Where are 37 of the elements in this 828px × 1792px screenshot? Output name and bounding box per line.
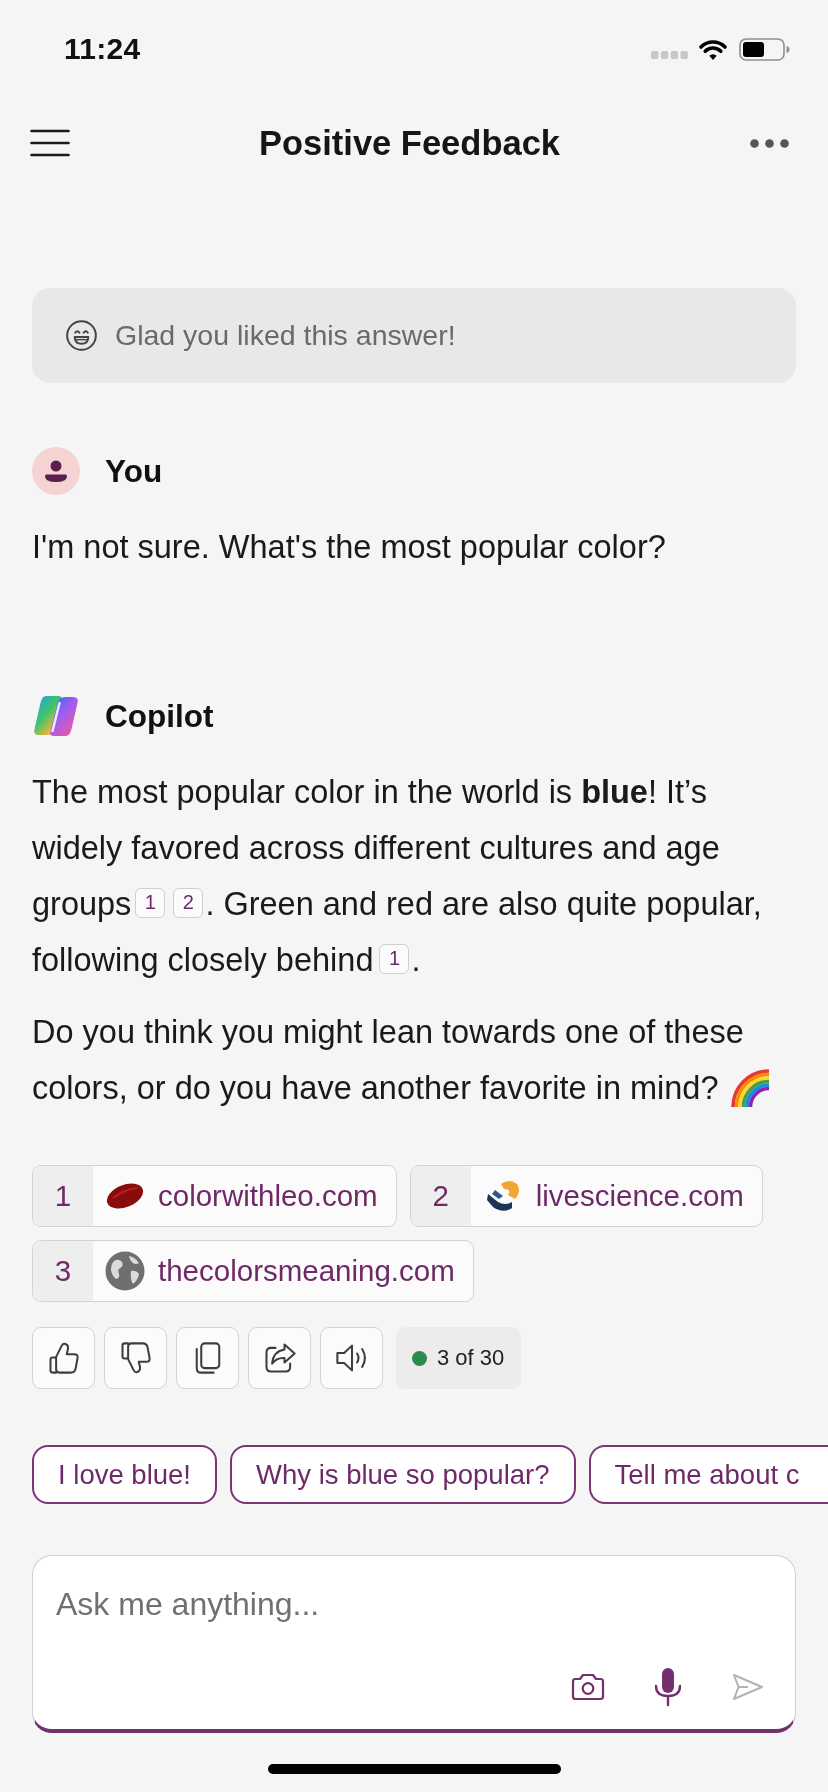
message-text: Do you think you might lean towards one of these colors, or do you have another favorite in mind? — [32, 1004, 802, 1116]
battery-icon — [739, 37, 790, 61]
citation-link[interactable]: 1 — [135, 888, 166, 918]
banner-text: Glad you liked this answer! — [115, 319, 456, 352]
copy-button[interactable] — [176, 1327, 239, 1389]
message-text: The most popular color in the world is blue! It’s widely favored across different cultures and age groups 1 2 . Green and red are also quite popular, following closely behind 1 . — [32, 773, 763, 980]
smiley-icon — [66, 320, 97, 351]
globe-icon — [105, 1251, 145, 1291]
screen-title: Positive Feedback — [258, 123, 561, 163]
more-icon[interactable] — [750, 138, 789, 148]
message-input[interactable]: Ask me anything... — [56, 1583, 696, 1625]
author-name: Copilot — [105, 697, 214, 735]
source-link[interactable]: 2 livescience.com — [409, 1165, 763, 1227]
share-button[interactable] — [248, 1327, 311, 1389]
avatar-icon — [32, 447, 80, 495]
suggestion-chip[interactable]: Tell me about c — [588, 1445, 828, 1504]
source-link[interactable]: 1 colorwithleo.com — [32, 1165, 397, 1227]
camera-icon[interactable] — [571, 1673, 605, 1701]
citation-link[interactable]: 2 — [173, 888, 204, 918]
suggestion-chip[interactable]: Why is blue so popular? — [230, 1445, 576, 1504]
menu-icon[interactable] — [30, 129, 70, 157]
wifi-icon — [697, 37, 729, 61]
status-time: 11:24 — [64, 32, 141, 66]
author-name: You — [105, 452, 163, 490]
dislike-button[interactable] — [104, 1327, 167, 1389]
microphone-icon[interactable] — [653, 1667, 683, 1707]
status-dot-icon — [412, 1350, 427, 1366]
source-link[interactable]: 3 thecolorsmeaning.com — [32, 1240, 474, 1302]
suggestion-chip[interactable]: I love blue! — [32, 1445, 217, 1504]
rainbow-icon — [728, 1067, 769, 1107]
logo-icon — [32, 694, 80, 738]
read-aloud-button[interactable] — [320, 1327, 383, 1389]
like-button[interactable] — [32, 1327, 95, 1389]
signal-icon — [651, 51, 688, 59]
message-text: I'm not sure. What's the most popular color? — [32, 528, 667, 567]
turn-count-text: 3 of 30 — [437, 1345, 505, 1371]
citation-link[interactable]: 1 — [379, 944, 410, 974]
